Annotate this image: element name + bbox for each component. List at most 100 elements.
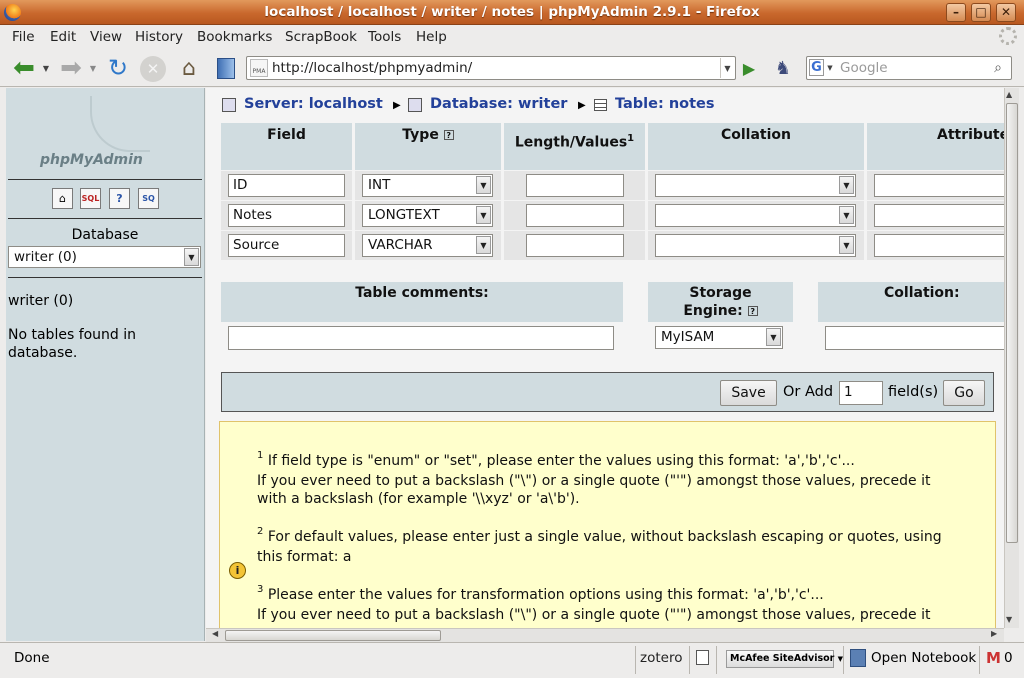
- length-header-label: Length/Values: [514, 134, 628, 151]
- footnote-text: For default values, please enter just a …: [267, 529, 942, 545]
- forward-history-dropdown-icon[interactable]: ▼: [87, 58, 99, 78]
- chevron-down-icon: ▼: [839, 206, 854, 224]
- close-button[interactable]: ✕: [996, 3, 1016, 22]
- menu-file[interactable]: File: [12, 29, 35, 45]
- search-engine-icon[interactable]: G: [809, 59, 824, 76]
- column-header-type: Type ?: [355, 123, 501, 170]
- length-values-input[interactable]: [526, 174, 624, 197]
- seahorse-icon[interactable]: ♞: [772, 57, 794, 79]
- horizontal-scroll-thumb[interactable]: [225, 630, 441, 641]
- no-tables-message: No tables found in database.: [8, 327, 137, 361]
- field-type-select[interactable]: INT ▼: [362, 174, 493, 197]
- table-collation-select[interactable]: [825, 326, 1004, 350]
- bookmark-sidebar-icon[interactable]: [217, 58, 235, 79]
- menu-history[interactable]: History: [135, 29, 183, 45]
- field-name-input[interactable]: Source: [228, 234, 345, 257]
- divider: [843, 646, 844, 674]
- field-type-value: INT: [368, 177, 391, 193]
- mcafee-siteadvisor-button[interactable]: McAfee SiteAdvisor ▼: [726, 650, 843, 668]
- footnote-number: 2: [257, 526, 264, 537]
- breadcrumb-separator-icon: ▶: [393, 100, 401, 111]
- table-comments-input[interactable]: [228, 326, 614, 350]
- attributes-select[interactable]: [874, 174, 1004, 197]
- field-name-input[interactable]: ID: [228, 174, 345, 197]
- footnote-text: Please enter the values for transformati…: [267, 587, 824, 603]
- mail-count: 0: [1004, 650, 1013, 666]
- attributes-select[interactable]: [874, 204, 1004, 227]
- back-history-dropdown-icon[interactable]: ▼: [40, 58, 52, 78]
- menu-bookmarks[interactable]: Bookmarks: [197, 29, 272, 45]
- go-arrow-icon[interactable]: ▶: [738, 57, 760, 79]
- sql-query-icon[interactable]: SQL: [80, 188, 101, 209]
- database-name[interactable]: writer (0): [8, 293, 73, 309]
- reload-icon[interactable]: ↻: [104, 54, 132, 82]
- menu-edit[interactable]: Edit: [50, 29, 76, 45]
- help-icon[interactable]: ?: [443, 130, 454, 140]
- footnote-number: 3: [257, 584, 264, 595]
- search-box[interactable]: [806, 56, 1012, 80]
- divider: [645, 171, 648, 260]
- scroll-right-arrow-icon[interactable]: ▶: [991, 629, 997, 638]
- notebook-icon[interactable]: [850, 649, 866, 667]
- breadcrumb-server[interactable]: Server: localhost: [244, 96, 383, 112]
- breadcrumb-table[interactable]: Table: notes: [615, 96, 715, 112]
- length-values-input[interactable]: [526, 234, 624, 257]
- back-arrow-icon[interactable]: ⬅: [10, 53, 38, 83]
- home-icon[interactable]: ⌂: [52, 188, 73, 209]
- divider: [8, 218, 202, 219]
- length-values-input[interactable]: [526, 204, 624, 227]
- page-icon[interactable]: [696, 650, 709, 665]
- menu-tools[interactable]: Tools: [368, 29, 401, 45]
- add-fields-count-input[interactable]: 1: [839, 381, 883, 405]
- scroll-up-arrow-icon[interactable]: ▲: [1006, 90, 1012, 99]
- database-select[interactable]: writer (0) ▼: [8, 246, 201, 268]
- stop-icon[interactable]: ✕: [140, 56, 166, 82]
- save-button[interactable]: Save: [720, 380, 777, 406]
- url-text[interactable]: http://localhost/phpmyadmin/: [272, 60, 472, 76]
- sql-documentation-icon[interactable]: SQ: [138, 188, 159, 209]
- forward-arrow-icon[interactable]: ➡: [57, 53, 85, 83]
- menu-view[interactable]: View: [90, 29, 122, 45]
- site-favicon-icon: PMA: [250, 59, 268, 77]
- divider: [8, 179, 202, 180]
- storage-engine-select[interactable]: MyISAM ▼: [655, 326, 783, 349]
- field-type-select[interactable]: VARCHAR ▼: [362, 234, 493, 257]
- gmail-icon[interactable]: M: [986, 649, 1001, 667]
- open-notebook-button[interactable]: Open Notebook: [871, 650, 976, 666]
- field-type-value: LONGTEXT: [368, 207, 440, 223]
- divider: [716, 646, 717, 674]
- collation-select[interactable]: ▼: [655, 174, 856, 197]
- or-add-label: Or Add: [783, 384, 834, 400]
- column-header-attributes: Attribute: [867, 123, 1004, 170]
- table-comments-header: Table comments:: [221, 282, 623, 322]
- collation-select[interactable]: ▼: [655, 204, 856, 227]
- vertical-scroll-thumb[interactable]: [1006, 103, 1018, 543]
- field-type-select[interactable]: LONGTEXT ▼: [362, 204, 493, 227]
- zotero-button[interactable]: zotero: [640, 650, 682, 666]
- maximize-button[interactable]: □: [971, 3, 991, 22]
- go-button[interactable]: Go: [943, 380, 985, 406]
- database-select-value: writer (0): [14, 249, 77, 265]
- menu-help[interactable]: Help: [416, 29, 447, 45]
- scroll-down-arrow-icon[interactable]: ▼: [1006, 615, 1012, 624]
- url-history-dropdown-icon[interactable]: ▼: [720, 58, 734, 78]
- collation-select[interactable]: ▼: [655, 234, 856, 257]
- menu-scrapbook[interactable]: ScrapBook: [285, 29, 357, 45]
- phpmyadmin-logo[interactable]: phpMyAdmin: [40, 152, 143, 168]
- throbber-icon: [999, 27, 1017, 45]
- chevron-down-icon: ▼: [839, 176, 854, 194]
- database-icon: [408, 98, 422, 112]
- home-icon[interactable]: ⌂: [175, 55, 203, 81]
- scroll-left-arrow-icon[interactable]: ◀: [212, 629, 218, 638]
- breadcrumb-database[interactable]: Database: writer: [430, 96, 567, 112]
- search-icon[interactable]: ⌕: [987, 58, 1009, 78]
- footnote-text: If field type is "enum" or "set", please…: [267, 453, 855, 469]
- attributes-select[interactable]: [874, 234, 1004, 257]
- footnote-text: this format: a: [257, 549, 352, 565]
- field-name-input[interactable]: Notes: [228, 204, 345, 227]
- search-engine-dropdown-icon[interactable]: ▼: [825, 59, 835, 76]
- chevron-down-icon: ▼: [184, 248, 199, 266]
- help-icon[interactable]: ?: [747, 306, 758, 316]
- documentation-icon[interactable]: ?: [109, 188, 130, 209]
- minimize-button[interactable]: –: [946, 3, 966, 22]
